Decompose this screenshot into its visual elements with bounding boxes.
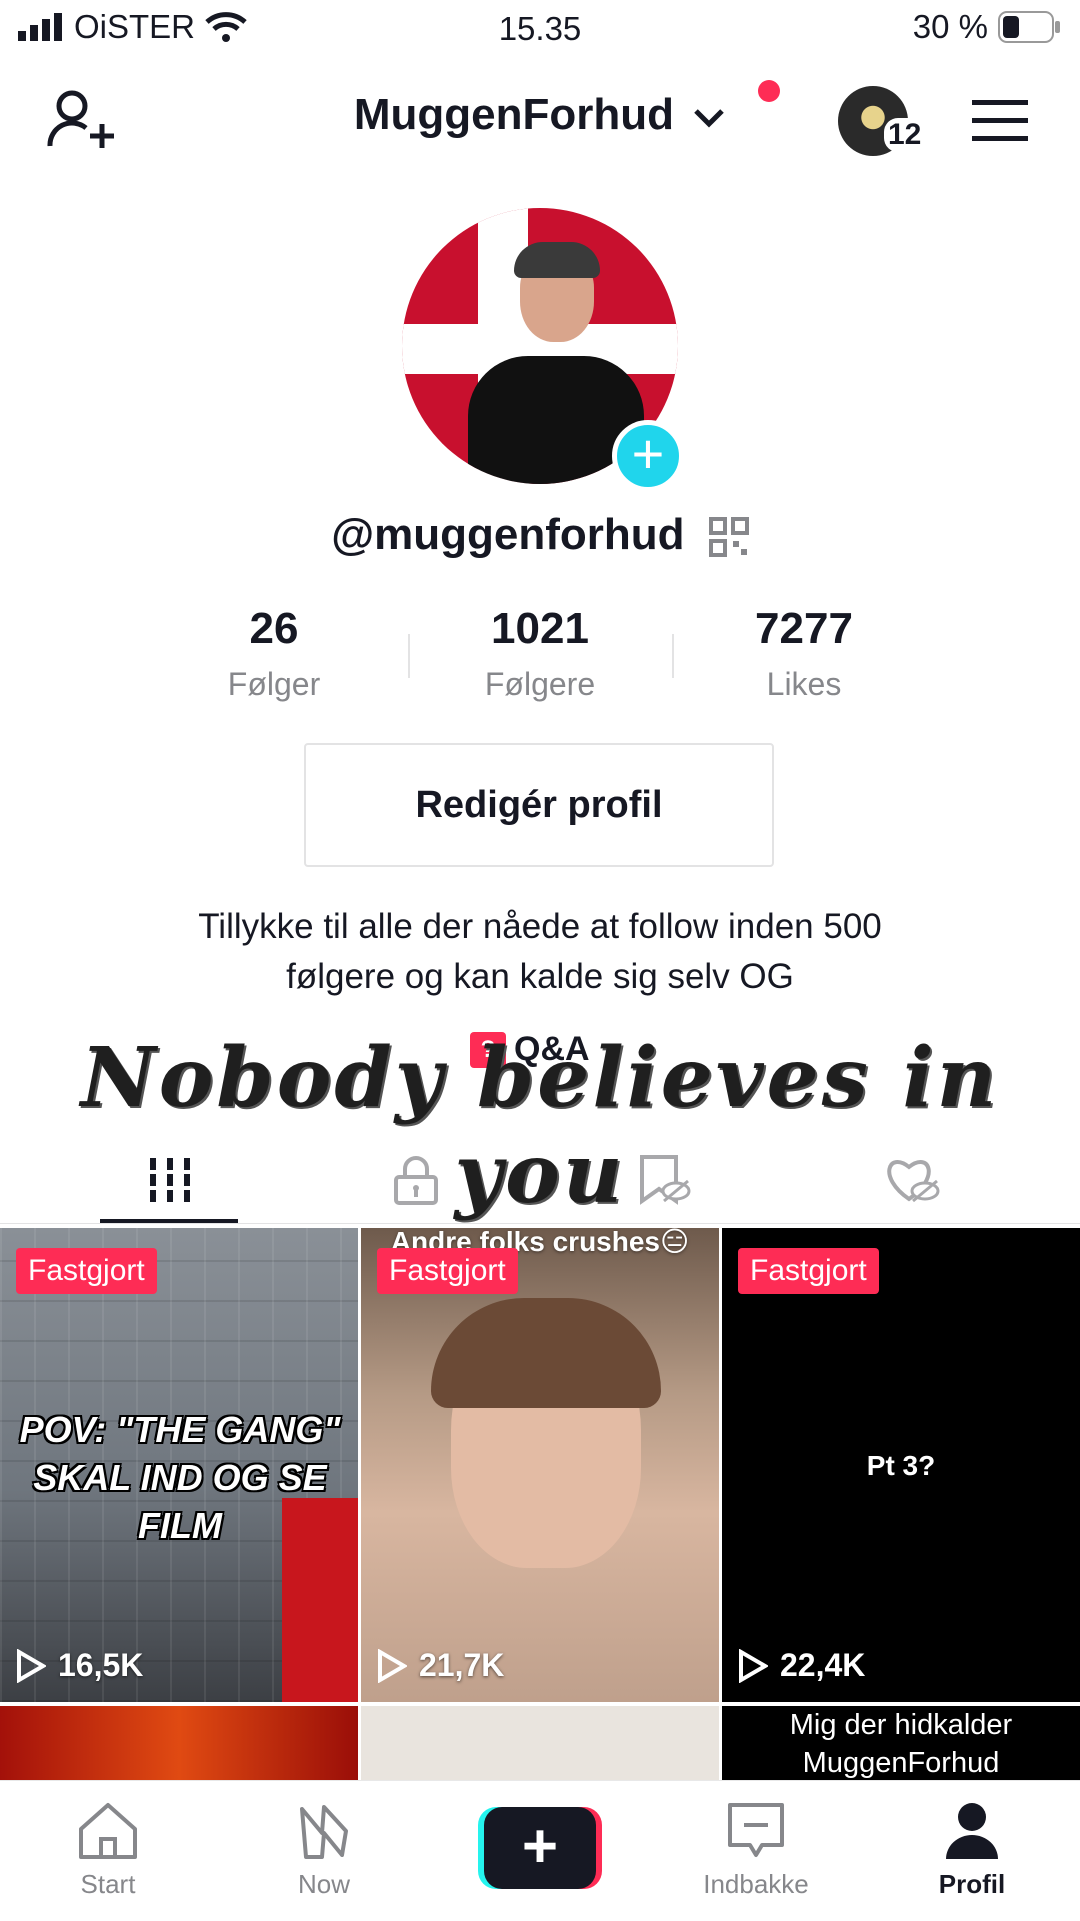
stat-following[interactable]: 26 Følger	[164, 604, 384, 703]
pinned-badge: Fastgjort	[738, 1248, 879, 1294]
tab-saved[interactable]	[594, 1140, 734, 1220]
hair-image	[431, 1298, 661, 1408]
video-caption: Pov: "The gang" skal ind og se film	[19, 1409, 341, 1546]
battery-icon	[998, 11, 1060, 43]
menu-icon[interactable]	[972, 100, 1028, 142]
create-button[interactable]: +	[478, 1807, 602, 1889]
home-icon	[79, 1803, 137, 1859]
video-tile-5[interactable]	[361, 1706, 719, 1780]
add-story-button[interactable]: +	[612, 420, 684, 492]
inbox-icon	[728, 1803, 784, 1857]
pinned-badge: Fastgjort	[16, 1248, 157, 1294]
play-icon	[17, 1648, 46, 1683]
view-count: 16,5K	[16, 1647, 143, 1684]
pinned-badge: Fastgjort	[377, 1248, 518, 1294]
tab-private[interactable]	[346, 1140, 486, 1220]
battery-percent: 30 %	[912, 8, 988, 45]
view-count: 21,7K	[377, 1647, 504, 1684]
now-icon	[300, 1805, 348, 1859]
stat-divider	[672, 634, 674, 678]
video-tile-6[interactable]: Mig der hidkalder MuggenForhud	[722, 1706, 1080, 1780]
nav-start[interactable]: Start	[28, 1801, 188, 1900]
profile-handle-row: @muggenforhud	[0, 510, 1080, 560]
tab-videos[interactable]	[100, 1140, 240, 1220]
stat-likes[interactable]: 7277 Likes	[694, 604, 914, 703]
nav-inbox[interactable]: Indbakke	[676, 1801, 836, 1900]
grid-icon	[150, 1158, 190, 1202]
video-tile-3[interactable]: Fastgjort Pt 3? 22,4K	[722, 1228, 1080, 1702]
video-tile-2[interactable]: Andre folks crushes😑 Fastgjort 21,7K	[361, 1228, 719, 1702]
account-name: MuggenForhud	[353, 90, 674, 139]
status-bar: OiSTER 15.35 30 %	[0, 0, 1080, 60]
bottom-nav: Start Now + Indbakke Profil	[0, 1780, 1080, 1921]
play-icon	[739, 1648, 768, 1683]
play-icon	[378, 1648, 407, 1683]
lock-icon	[394, 1156, 438, 1205]
nav-now[interactable]: Now	[244, 1801, 404, 1900]
hidden-heart-icon	[887, 1160, 940, 1203]
notification-dot	[758, 80, 780, 102]
video-caption: Mig der hidkalder MuggenForhud	[789, 1709, 1013, 1779]
battery-group: 30 %	[913, 8, 1062, 46]
profile-icon	[946, 1803, 998, 1859]
video-caption: Pt 3?	[866, 1450, 936, 1481]
edit-profile-button[interactable]: Redigér profil	[304, 743, 774, 867]
video-tile-1[interactable]: Fastgjort Pov: "The gang" skal ind og se…	[0, 1228, 358, 1702]
chevron-down-icon	[694, 109, 724, 128]
profile-bio: Tillykke til alle der nåede at follow in…	[198, 907, 882, 996]
video-tile-4[interactable]	[0, 1706, 358, 1780]
qr-code-icon[interactable]	[708, 517, 749, 558]
friends-count-badge: 12	[884, 118, 926, 152]
profile-handle: @muggenforhud	[331, 510, 685, 559]
nav-profile[interactable]: Profil	[892, 1801, 1052, 1900]
tab-liked[interactable]	[842, 1140, 982, 1220]
stat-followers[interactable]: 1021 Følgere	[430, 604, 650, 703]
hidden-bookmark-icon	[640, 1155, 691, 1205]
stat-divider	[408, 634, 410, 678]
active-tab-indicator	[100, 1219, 238, 1223]
view-count: 22,4K	[738, 1647, 865, 1684]
tabs-divider	[0, 1223, 1080, 1224]
create-plus-icon: +	[484, 1807, 596, 1889]
